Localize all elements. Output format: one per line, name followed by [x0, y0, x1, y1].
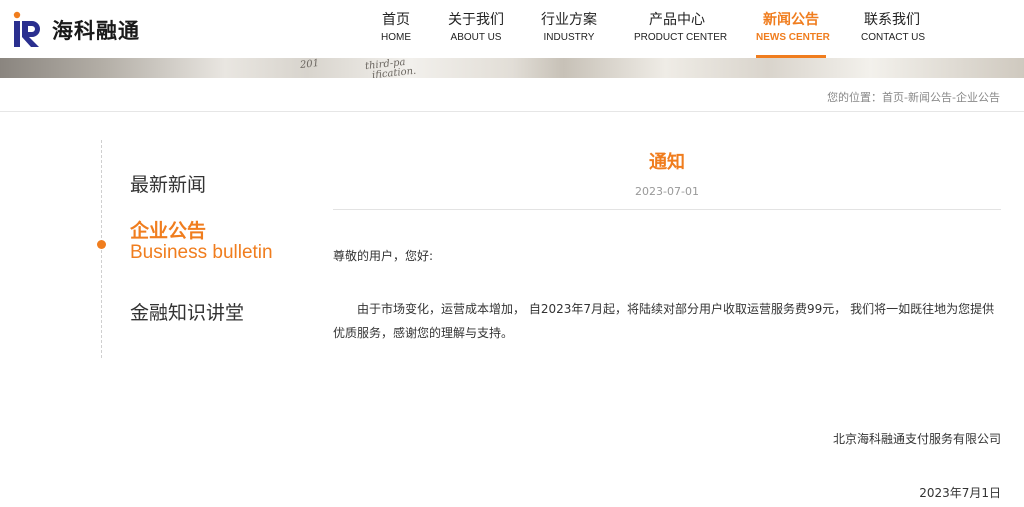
banner-text-c: 201: [299, 58, 320, 71]
sidebar-item-finance-lecture[interactable]: 金融知识讲堂: [130, 298, 244, 325]
breadcrumb-bar: 您的位置：首页-新闻公告-企业公告: [0, 78, 1024, 112]
article-sign-date: 2023年7月1日: [919, 486, 1001, 500]
nav-product-sublabel: PRODUCT CENTER: [634, 32, 728, 43]
sidebar-item-label: 企业公告: [130, 220, 207, 242]
logo[interactable]: 海科融通: [12, 10, 140, 50]
nav-news[interactable]: 新闻公告 NEWS CENTER: [756, 0, 830, 58]
nav-industry[interactable]: 行业方案 INDUSTRY: [539, 0, 599, 58]
nav-news-label: 新闻公告: [763, 12, 819, 28]
nav-product[interactable]: 产品中心 PRODUCT CENTER: [634, 0, 728, 58]
nav-about-sublabel: ABOUT US: [450, 32, 502, 43]
nav-about-label: 关于我们: [448, 12, 504, 28]
sidebar-item-latest-news[interactable]: 最新新闻: [130, 170, 206, 197]
nav-home-label: 首页: [382, 12, 410, 28]
sidebar-item-label: 金融知识讲堂: [130, 302, 245, 324]
site-header: 海科融通 首页 HOME 关于我们 ABOUT US 行业方案 INDUSTRY…: [0, 0, 1024, 58]
sidebar-item-label: 最新新闻: [130, 174, 207, 196]
nav-about[interactable]: 关于我们 ABOUT US: [446, 0, 506, 58]
nav-home-sublabel: HOME: [381, 32, 411, 43]
header-banner: 201 third-pa ification.: [0, 58, 1024, 78]
article-title: 通知: [649, 152, 685, 173]
article-body: 由于市场变化，运营成本增加， 自2023年7月起，将陆续对部分用户收取运营服务费…: [333, 302, 995, 340]
article-greeting: 尊敬的用户，您好:: [333, 249, 434, 263]
nav-industry-label: 行业方案: [541, 12, 597, 28]
logo-icon: [12, 11, 46, 49]
nav-home[interactable]: 首页 HOME: [378, 0, 414, 58]
article-divider: [333, 209, 1001, 210]
brand-name: 海科融通: [52, 18, 140, 43]
article-date: 2023-07-01: [635, 185, 699, 198]
nav-contact-sublabel: CONTACT US: [861, 32, 926, 43]
nav-contact-label: 联系我们: [864, 12, 920, 28]
sidebar-item-business-bulletin[interactable]: 企业公告 Business bulletin: [130, 220, 273, 264]
nav-contact[interactable]: 联系我们 CONTACT US: [861, 0, 926, 58]
nav-product-label: 产品中心: [649, 12, 705, 28]
article-signature: 北京海科融通支付服务有限公司: [832, 432, 1001, 446]
nav-news-sublabel: NEWS CENTER: [756, 32, 830, 43]
active-indicator-dot: [97, 240, 106, 249]
breadcrumb: 您的位置：首页-新闻公告-企业公告: [827, 91, 1000, 104]
nav-industry-sublabel: INDUSTRY: [543, 32, 595, 43]
sidebar: 最新新闻 企业公告 Business bulletin 金融知识讲堂: [97, 140, 301, 358]
sidebar-item-sublabel: Business bulletin: [130, 242, 273, 263]
